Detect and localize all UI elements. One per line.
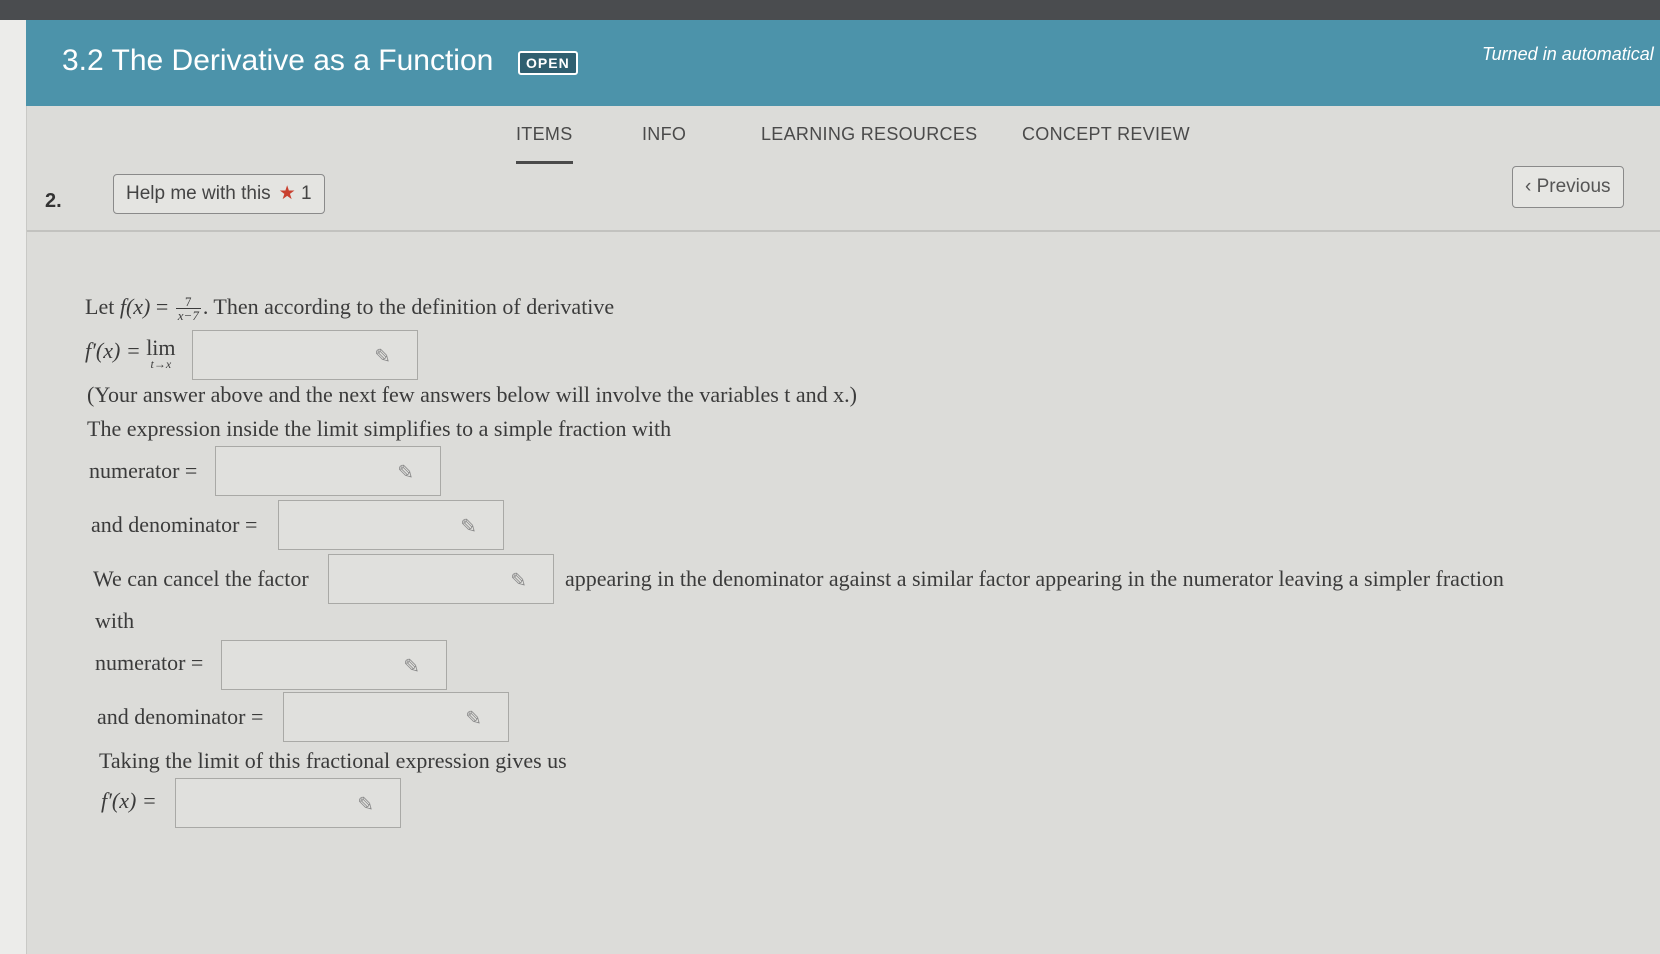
help-me-label: Help me with this — [126, 183, 271, 204]
derivative-limit-expression: f′(x) = lim t→x — [85, 335, 176, 371]
final-derivative-input[interactable]: ✎ — [175, 778, 401, 828]
with-word: with — [95, 608, 135, 633]
pencil-icon[interactable]: ✎ — [397, 460, 414, 485]
cancel-factor-input[interactable]: ✎ — [328, 554, 554, 604]
help-count: 1 — [301, 183, 312, 204]
pencil-icon[interactable]: ✎ — [357, 792, 374, 817]
open-badge: OPEN — [518, 51, 578, 75]
tab-bar: ITEMS INFO LEARNING RESOURCES CONCEPT RE… — [27, 106, 1660, 166]
pencil-icon[interactable]: ✎ — [460, 514, 477, 539]
simplified-denominator-input[interactable]: ✎ — [283, 692, 509, 742]
problem-intro: Let f(x) = 7 x−7. Then according to the d… — [85, 294, 615, 324]
pencil-icon[interactable]: ✎ — [374, 344, 391, 369]
tab-info[interactable]: INFO — [642, 124, 686, 145]
limit-expression-input[interactable]: ✎ — [192, 330, 418, 380]
denominator-input[interactable]: ✎ — [278, 500, 504, 550]
tab-learning-resources[interactable]: LEARNING RESOURCES — [761, 124, 977, 145]
simplified-numerator-input[interactable]: ✎ — [221, 640, 447, 690]
numerator-label: numerator = — [89, 458, 198, 483]
cancel-factor-suffix: appearing in the denominator against a s… — [565, 566, 1504, 591]
chevron-left-icon: ‹ — [1525, 176, 1532, 197]
final-derivative-label: f′(x) = — [101, 788, 157, 813]
tab-concept-review[interactable]: CONCEPT REVIEW — [1022, 124, 1190, 145]
left-gutter — [0, 20, 27, 954]
tab-items[interactable]: ITEMS — [516, 124, 573, 164]
pencil-icon[interactable]: ✎ — [510, 568, 527, 593]
variables-note: (Your answer above and the next few answ… — [87, 382, 857, 407]
assignment-header: 3.2 The Derivative as a Function OPEN Tu… — [26, 20, 1660, 106]
simplified-denominator-label: and denominator = — [97, 704, 264, 729]
taking-limit-text: Taking the limit of this fractional expr… — [99, 748, 567, 773]
previous-label: Previous — [1536, 176, 1611, 197]
assignment-title: 3.2 The Derivative as a Function — [62, 44, 494, 77]
fraction: 7 x−7 — [175, 294, 201, 324]
help-me-button[interactable]: Help me with this ★ 1 — [113, 174, 325, 214]
numerator-input[interactable]: ✎ — [215, 446, 441, 496]
cancel-factor-label: We can cancel the factor — [93, 566, 309, 591]
star-icon: ★ — [278, 183, 296, 204]
main-panel: ITEMS INFO LEARNING RESOURCES CONCEPT RE… — [27, 106, 1660, 954]
question-number: 2. — [45, 190, 62, 212]
previous-button[interactable]: ‹ Previous — [1512, 166, 1624, 208]
pencil-icon[interactable]: ✎ — [465, 706, 482, 731]
denominator-label: and denominator = — [91, 512, 258, 537]
problem-content: Let f(x) = 7 x−7. Then according to the d… — [27, 232, 1660, 954]
turned-in-status: Turned in automatical — [1482, 44, 1654, 64]
simplified-numerator-label: numerator = — [95, 650, 204, 675]
simplifies-text: The expression inside the limit simplifi… — [87, 416, 672, 441]
pencil-icon[interactable]: ✎ — [403, 654, 420, 679]
top-strip — [0, 0, 1660, 20]
limit-operator: lim t→x — [146, 335, 176, 371]
f-of-x: f(x) — [119, 294, 151, 319]
